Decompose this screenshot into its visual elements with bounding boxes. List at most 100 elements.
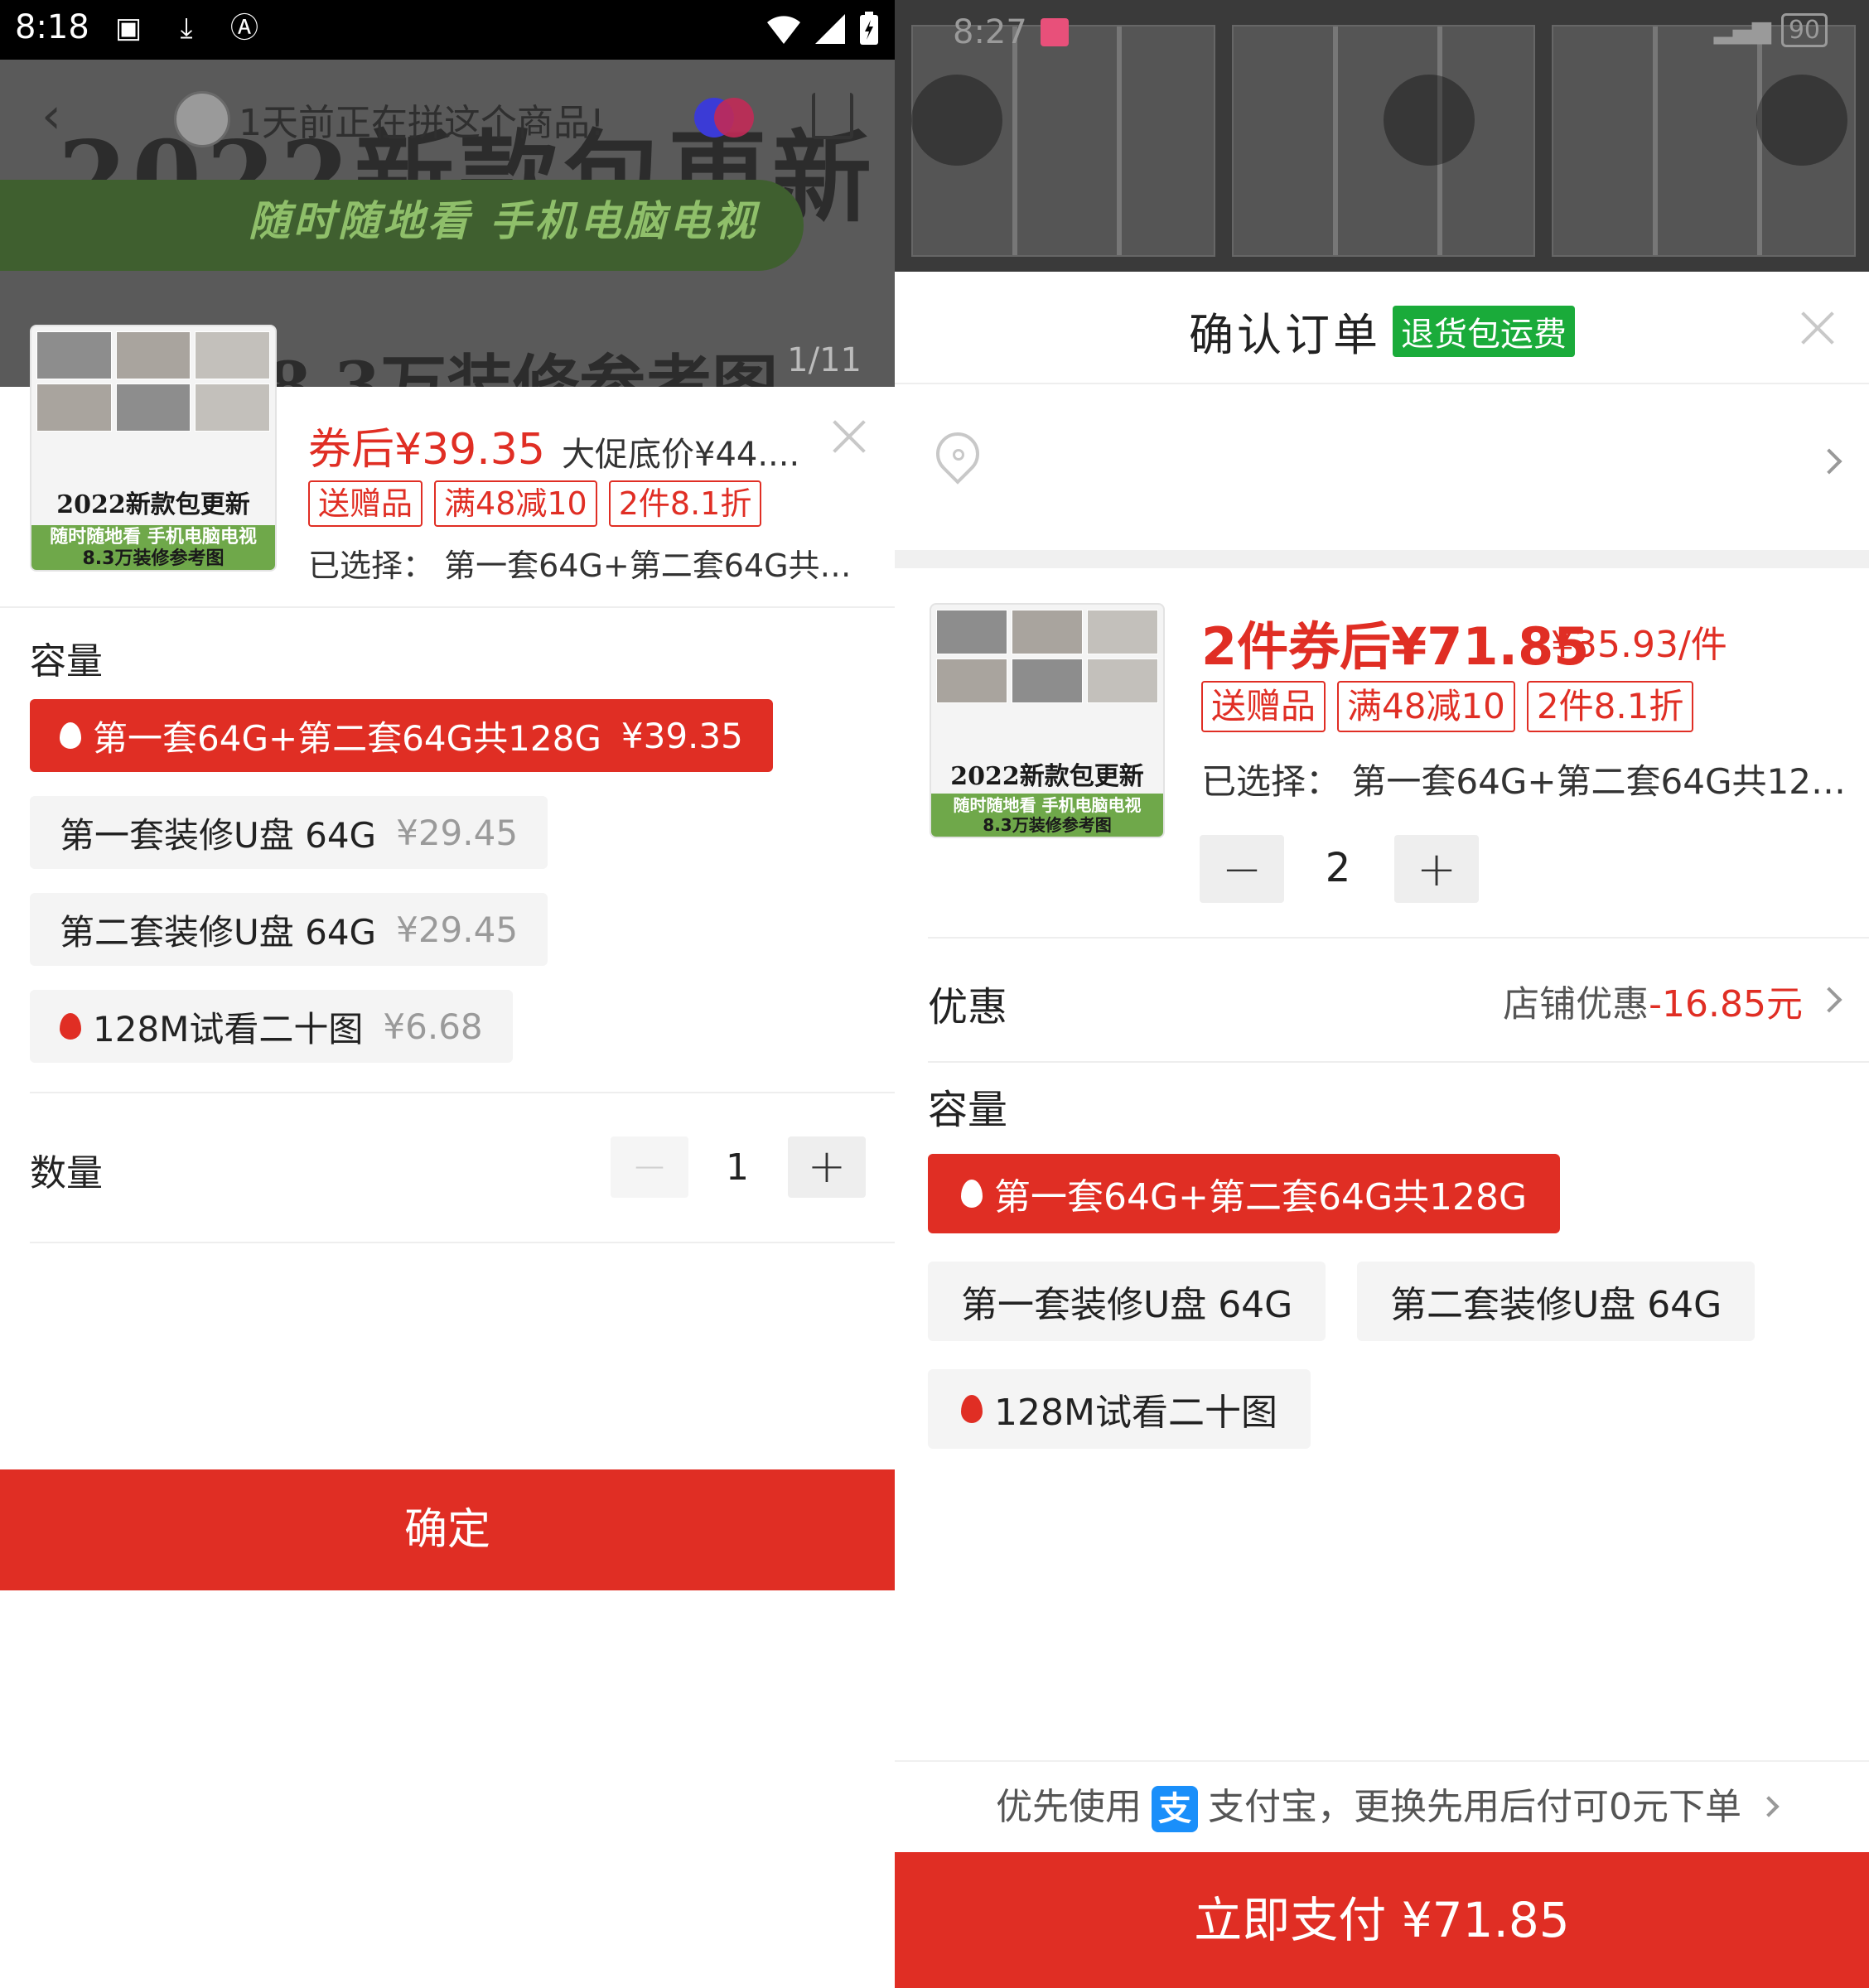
option-price: ¥29.45 [396,812,519,853]
thumbnail-band: 随时随地看 手机电脑电视 8.3万装修参考图 [31,525,275,570]
option-128g-set[interactable]: 第一套64G+第二套64G共128G ¥39.35 [30,699,773,772]
divider [30,1092,895,1093]
payment-method-hint[interactable]: 优先使用支支付宝，更换先用后付可0元下单 [895,1760,1869,1851]
option-price: ¥39.35 [621,715,743,756]
download-icon: ⤓ [180,12,193,45]
thumbnail-collage [36,331,270,432]
option-label: 第一套装修U盘 64G [60,814,377,856]
store-discount-amount: -16.85元 [1649,983,1803,1025]
divider [928,937,1869,939]
promo-price: 大促底价¥44.... [562,436,800,474]
quantity-minus-button[interactable]: − [1200,835,1284,903]
battery-icon [860,12,878,45]
thumbnail-band-bottom: 8.3万装修参考图 [82,548,225,569]
quantity-minus-button[interactable]: − [611,1136,688,1198]
quantity-value: 1 [726,1146,749,1189]
wifi-icon [767,16,800,44]
signal-icon: ▂▄▆ [1713,16,1771,45]
promo-tag: 送赠品 [1201,681,1326,732]
pay-hint-suffix: 支付宝，更换先用后付可0元下单 [1208,1786,1741,1828]
option-label: 第一套64G+第二套64G共128G [994,1176,1528,1218]
quantity-label: 数量 [30,1152,103,1194]
thumbnail-band-top: 随时随地看 手机电脑电视 [50,527,257,548]
promo-tag: 满48减10 [434,480,597,527]
option-set2-64g[interactable]: 第二套装修U盘 64G ¥29.45 [30,893,548,966]
option-price: ¥29.45 [396,909,519,950]
quantity-plus-button[interactable]: + [1394,835,1479,903]
text-icon: Ⓐ [230,12,258,45]
divider [30,1242,895,1243]
status-system-icons: ▂▄▆ 90 [1714,13,1828,47]
selected-summary: 已选择： 第一套64G+第二套64G共128G [1201,761,1847,802]
free-return-badge: 退货包运费 [1393,305,1575,357]
alipay-icon: 支 [1152,1786,1198,1832]
hot-flame-icon [60,722,81,749]
hot-flame-icon [961,1180,983,1208]
promo-tag: 送赠品 [308,480,423,527]
right-screen: 8:27 ▂▄▆ 90 确认订单 退货包运费 2022新款包更新 随时随地看 手机… [895,0,1869,1988]
total-coupon-price: 2件券后¥71.85 [1201,616,1590,677]
hot-flame-icon [60,1013,81,1040]
location-icon[interactable] [927,423,988,490]
back-button[interactable] [911,75,1002,166]
promo-tags: 送赠品 满48减10 2件8.1折 [308,480,762,527]
capacity-label: 容量 [30,640,103,683]
close-icon[interactable] [1799,310,1836,346]
option-set1-64g[interactable]: 第一套装修U盘 64G ¥29.45 [30,796,548,869]
multi-window-icon[interactable] [694,98,754,138]
confirm-button[interactable]: 确定 [0,1469,895,1590]
discount-label: 优惠 [928,984,1008,1030]
thumbnail-title: 2022新款包更新 [56,490,250,519]
option-label: 128M试看二十图 [994,1392,1277,1434]
group-buy-text: 1天前正在拼这个商品! [239,102,605,144]
quantity-plus-button[interactable]: + [788,1136,866,1198]
signal-icon [815,14,845,44]
option-set2-64g[interactable]: 第二套装修U盘 64G [1357,1262,1756,1341]
image-counter: 1/11 [787,341,862,379]
divider [928,1061,1869,1063]
sheet-title: 确认订单 退货包运费 [895,298,1869,364]
promo-tags: 送赠品 满48减10 2件8.1折 [1201,681,1694,732]
option-128g-set[interactable]: 第一套64G+第二套64G共128G [928,1154,1561,1233]
capacity-label: 容量 [928,1087,1008,1133]
store-discount[interactable]: 店铺优惠-16.85元 [1503,974,1803,1027]
divider [0,606,895,608]
coupon-price-label: 券后 [308,425,395,475]
product-thumbnail[interactable]: 2022新款包更新 随时随地看 手机电脑电视 8.3万装修参考图 [30,325,277,572]
banner-subtext: 8.3万装修参考图 [265,347,779,387]
left-screen: 8:18 ▣ ⤓ Ⓐ 2022新款包更新 随时随地看 手机电脑电视 8.3万装修… [0,0,895,1988]
battery-icon: 90 [1780,13,1828,47]
coupon-price-value: ¥39.35 [394,425,545,475]
option-128m-trial[interactable]: 128M试看二十图 [928,1369,1311,1449]
group-buy-hint: 1天前正在拼这个商品! [174,91,605,147]
confirm-order-title: 确认订单 [1189,309,1381,361]
status-bar: 8:27 [953,13,1069,51]
option-label: 128M试看二十图 [93,1008,364,1049]
option-label: 第二套装修U盘 64G [1390,1284,1722,1326]
status-system-icons [765,12,880,46]
thumbnail-band-top: 随时随地看 手机电脑电视 [953,795,1142,815]
status-bar: 8:18 ▣ ⤓ Ⓐ [0,0,895,60]
option-label: 第一套64G+第二套64G共128G [93,717,601,759]
coupon-price: 券后¥39.35 [308,414,545,476]
quantity-value: 2 [1325,845,1351,891]
section-separator [895,550,1869,568]
option-price: ¥6.68 [383,1006,483,1047]
dimmed-product-gallery: 8:27 ▂▄▆ 90 [895,0,1869,273]
status-time: 8:27 [953,13,1027,51]
product-thumbnail[interactable]: 2022新款包更新 随时随地看 手机电脑电视 8.3万装修参考图 [930,603,1165,838]
option-label: 第二套装修U盘 64G [60,911,377,953]
back-icon[interactable]: ‹ [41,91,83,141]
banner-pill-text: 随时随地看 手机电脑电视 [249,197,759,245]
close-icon[interactable] [831,418,867,455]
option-128m-trial[interactable]: 128M试看二十图 ¥6.68 [30,990,513,1063]
share-icon[interactable] [812,93,853,139]
multi-window-button[interactable] [1384,75,1475,166]
pay-hint-chevron-icon [1758,1796,1780,1817]
thumbnail-collage [936,610,1158,703]
pay-now-button[interactable]: 立即支付 ¥71.85 [895,1852,1869,1988]
order-sheet [895,272,1869,1988]
share-button[interactable] [1756,75,1847,166]
option-set1-64g[interactable]: 第一套装修U盘 64G [928,1262,1326,1341]
promo-tag: 2件8.1折 [1526,681,1694,732]
